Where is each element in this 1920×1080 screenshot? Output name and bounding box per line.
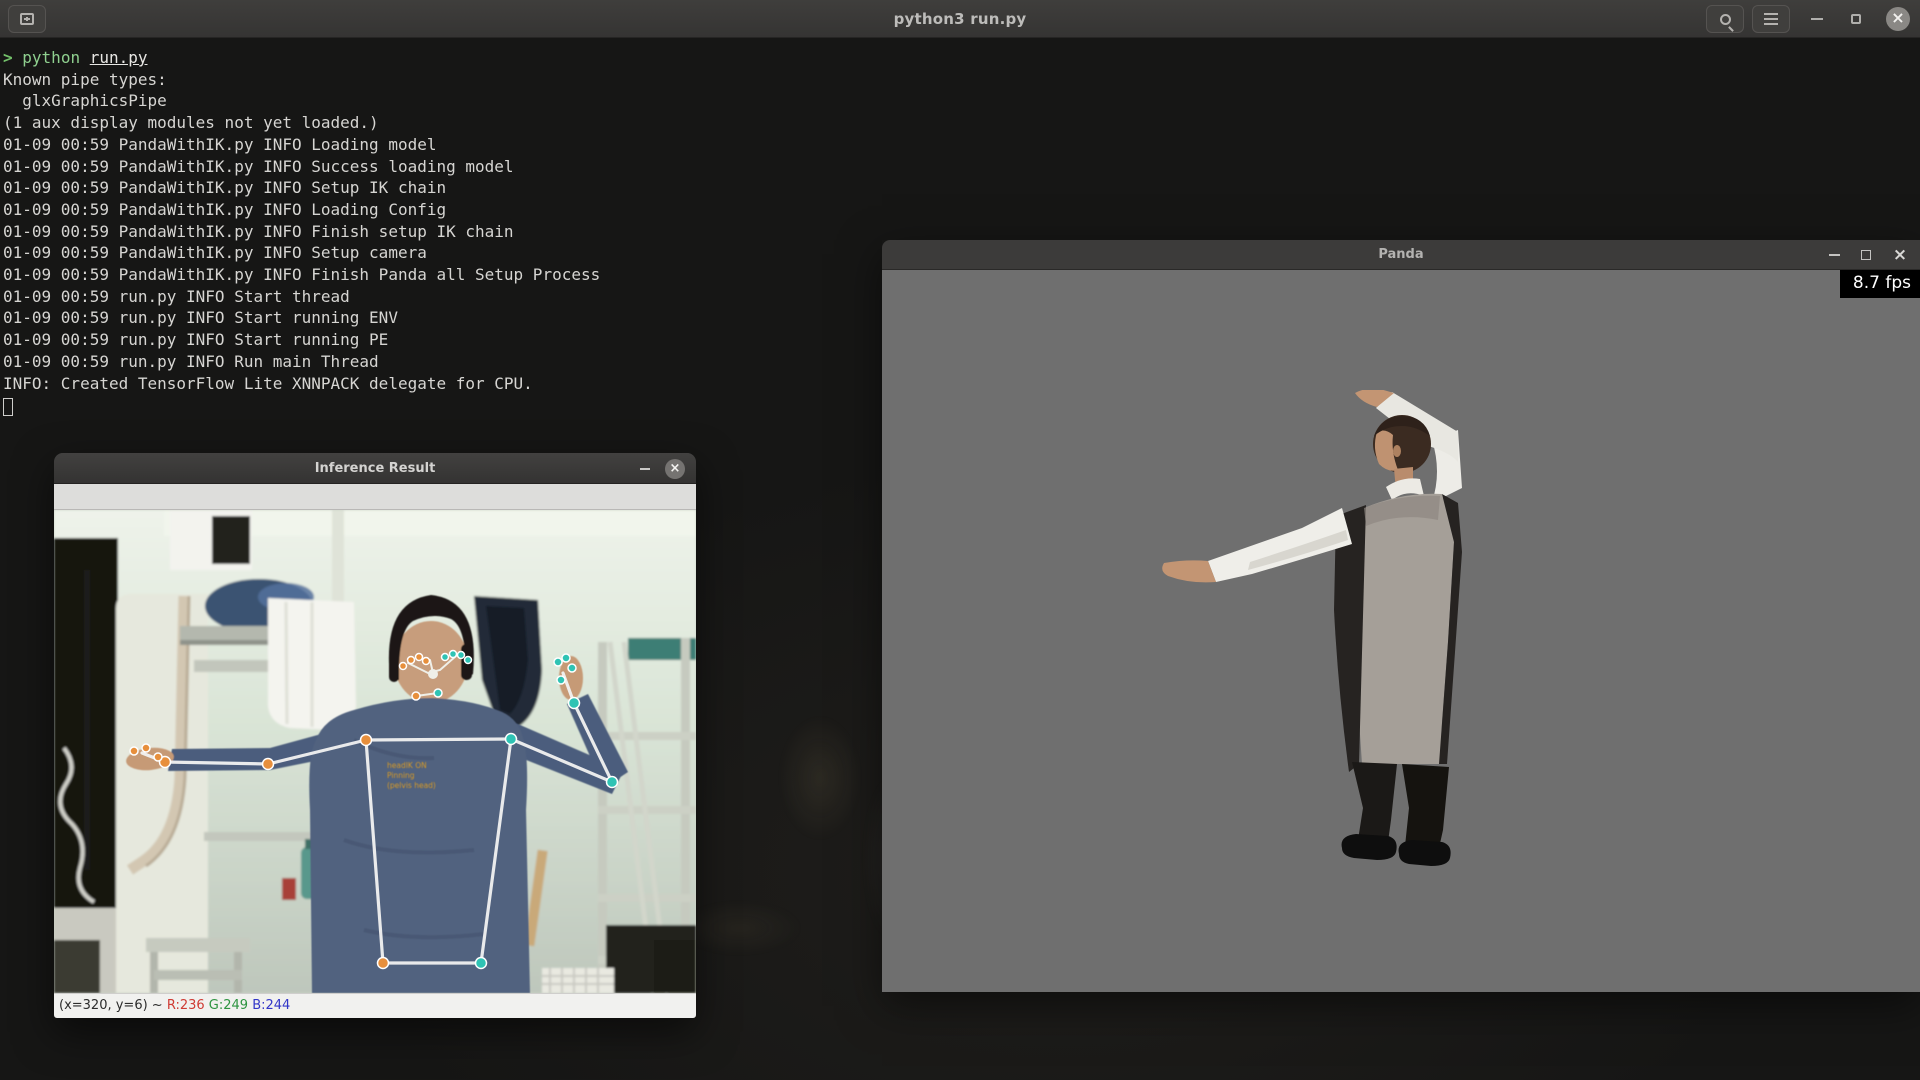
terminal-log-line: 01-09 00:59 PandaWithIK.py INFO Loading … bbox=[3, 134, 1920, 156]
character-figure bbox=[1162, 390, 1462, 866]
terminal-log-line: glxGraphicsPipe bbox=[3, 90, 1920, 112]
panda-titlebar[interactable]: Panda × bbox=[882, 240, 1920, 270]
menu-button[interactable] bbox=[1752, 5, 1790, 33]
panda-3d-viewport[interactable]: 8.7 fps bbox=[882, 270, 1920, 992]
green-value: G:249 bbox=[209, 998, 248, 1013]
terminal-window-title: python3 run.py bbox=[0, 10, 1920, 28]
panda-maximize-button[interactable] bbox=[1854, 244, 1878, 266]
prompt-command: python bbox=[22, 48, 80, 67]
panda-close-button[interactable]: × bbox=[1888, 244, 1912, 266]
svg-text:Pinning: Pinning bbox=[387, 771, 415, 780]
inference-result-window: Inference Result × bbox=[54, 453, 696, 1018]
terminal-close-button[interactable]: × bbox=[1883, 5, 1913, 33]
terminal-log-line: Known pipe types: bbox=[3, 69, 1920, 91]
character-3d-model bbox=[1150, 390, 1470, 872]
hamburger-menu-icon bbox=[1764, 18, 1778, 20]
terminal-log-line: 01-09 00:59 PandaWithIK.py INFO Loading … bbox=[3, 199, 1920, 221]
prompt-argument: run.py bbox=[90, 48, 148, 67]
inference-close-button[interactable]: × bbox=[664, 458, 686, 480]
maximize-icon bbox=[1851, 14, 1861, 24]
webcam-frame: headIK ON Pinning (pelvis head) bbox=[54, 510, 696, 993]
search-icon bbox=[1720, 14, 1731, 25]
inference-window-title: Inference Result bbox=[54, 453, 696, 484]
panda-window-title: Panda bbox=[882, 240, 1920, 270]
terminal-titlebar[interactable]: python3 run.py × bbox=[0, 0, 1920, 38]
close-icon: × bbox=[665, 459, 685, 479]
svg-text:(pelvis head): (pelvis head) bbox=[387, 781, 436, 790]
terminal-cursor bbox=[3, 398, 13, 416]
inference-toolbar-strip bbox=[54, 484, 696, 510]
terminal-maximize-button[interactable] bbox=[1841, 5, 1871, 33]
terminal-log-line: 01-09 00:59 PandaWithIK.py INFO Setup IK… bbox=[3, 177, 1920, 199]
svg-text:headIK ON: headIK ON bbox=[387, 761, 427, 770]
terminal-log-line: 01-09 00:59 PandaWithIK.py INFO Success … bbox=[3, 156, 1920, 178]
pixel-readout-statusbar: (x=320, y=6) ~ R:236 G:249 B:244 bbox=[54, 993, 696, 1018]
prompt-symbol: > bbox=[3, 48, 13, 67]
maximize-icon bbox=[1861, 250, 1871, 260]
panda-minimize-button[interactable] bbox=[1822, 244, 1846, 266]
minimize-icon bbox=[1829, 254, 1840, 256]
panda-window: Panda × 8.7 fps bbox=[882, 240, 1920, 992]
terminal-prompt-line: > python run.py bbox=[3, 47, 1920, 69]
cursor-coordinates: (x=320, y=6) ~ bbox=[59, 998, 167, 1013]
close-icon: × bbox=[1886, 7, 1910, 31]
terminal-log-line: (1 aux display modules not yet loaded.) bbox=[3, 112, 1920, 134]
desktop: python3 run.py × > python run.py Known p… bbox=[0, 0, 1920, 1080]
fps-counter: 8.7 fps bbox=[1840, 270, 1920, 298]
inference-minimize-button[interactable] bbox=[634, 458, 656, 480]
terminal-minimize-button[interactable] bbox=[1802, 5, 1832, 33]
blue-value: B:244 bbox=[252, 998, 290, 1013]
close-icon: × bbox=[1893, 245, 1907, 265]
red-value: R:236 bbox=[167, 998, 205, 1013]
minimize-icon bbox=[1811, 18, 1823, 20]
inference-titlebar[interactable]: Inference Result × bbox=[54, 453, 696, 484]
webcam-photo: headIK ON Pinning (pelvis head) bbox=[54, 510, 696, 993]
minimize-icon bbox=[640, 468, 650, 470]
search-button[interactable] bbox=[1706, 5, 1744, 33]
